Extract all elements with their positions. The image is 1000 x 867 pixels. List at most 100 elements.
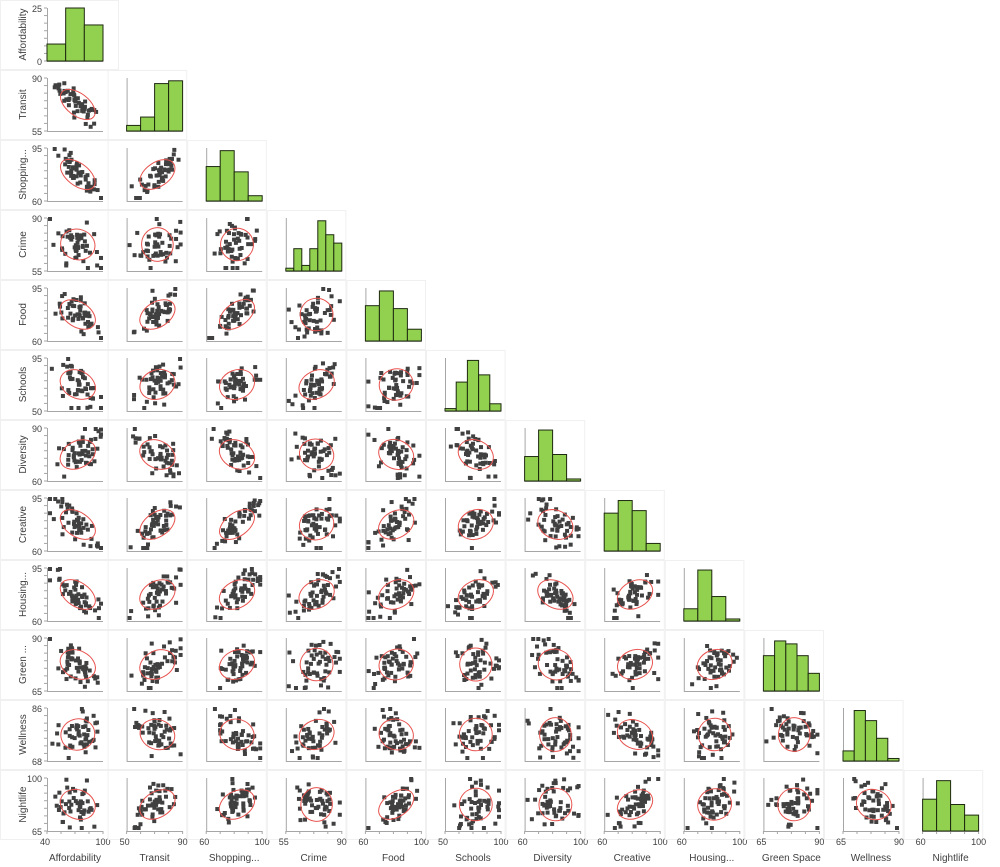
scatter-point: [132, 393, 137, 398]
y-tick-label: 25: [32, 4, 42, 14]
scatter-point: [766, 802, 771, 807]
scatter-cell-nightlife-vs-food: 60 100Food: [346, 770, 429, 864]
histogram-bar: [785, 643, 798, 692]
scatter-point: [150, 288, 155, 293]
scatter-point: [656, 641, 661, 646]
scatter-point: [786, 726, 791, 731]
scatter-point: [77, 659, 82, 664]
scatter-point: [397, 523, 402, 528]
scatter-point: [547, 573, 552, 578]
scatter-point: [300, 735, 305, 740]
scatter-point: [89, 386, 94, 391]
scatter-point: [251, 577, 256, 582]
scatter-point: [238, 443, 243, 448]
scatter-point: [460, 596, 465, 601]
scatter-point: [87, 250, 92, 255]
scatter-point: [627, 654, 632, 659]
scatter-point: [225, 601, 230, 606]
histogram-bar: [364, 305, 380, 342]
scatter-point: [572, 602, 577, 607]
scatter-point: [148, 527, 153, 532]
scatter-point: [155, 315, 160, 320]
y-tick-label: 95: [32, 494, 42, 504]
scatter-point: [244, 653, 249, 658]
scatter-point: [799, 710, 804, 715]
scatter-point: [405, 527, 410, 532]
scatter-point: [239, 732, 244, 737]
scatter-point: [92, 459, 97, 464]
scatter-cell-nightlife-vs-crime: 55 90Crime: [266, 770, 347, 864]
scatter-point: [65, 666, 70, 671]
scatter-point: [565, 528, 570, 533]
y-tick-label: 60: [32, 477, 42, 487]
scatter-point: [49, 366, 54, 371]
scatter-point: [497, 788, 501, 793]
histogram-cell-wellness: [824, 700, 904, 770]
scatter-point: [314, 546, 319, 550]
scatter-point: [310, 755, 315, 760]
scatter-point: [550, 527, 555, 532]
scatter-point: [613, 673, 618, 678]
scatter-point: [394, 392, 399, 397]
scatter-point: [327, 576, 332, 581]
scatter-cell-wellness-vs-housing: [664, 700, 745, 770]
scatter-point: [230, 247, 235, 252]
scatter-point: [631, 737, 636, 742]
scatter-point: [401, 786, 406, 791]
scatter-point: [542, 737, 547, 742]
scatter-point: [291, 659, 296, 664]
scatter-point: [214, 541, 219, 546]
scatter-point: [245, 454, 250, 459]
scatter-point: [82, 427, 87, 431]
scatter-point: [633, 733, 638, 738]
scatter-point: [212, 251, 217, 256]
scatter-point: [318, 318, 323, 323]
scatter-cell-schools-vs-affordability: 9550Schools: [0, 350, 119, 420]
scatter-point: [63, 802, 68, 807]
scatter-point: [68, 311, 73, 316]
scatter-point: [315, 441, 320, 446]
scatter-point: [535, 644, 540, 649]
scatter-point: [390, 656, 395, 661]
scatter-point: [85, 173, 90, 178]
scatter-point: [815, 826, 820, 830]
histogram-bar: [333, 242, 343, 272]
scatter-point: [225, 249, 230, 254]
scatter-point: [634, 665, 639, 670]
scatter-point: [233, 256, 238, 261]
scatter-point: [149, 671, 154, 676]
histogram-bar: [285, 267, 295, 272]
scatter-point: [721, 777, 726, 781]
scatter-point: [777, 718, 782, 723]
scatter-point: [378, 614, 383, 619]
scatter-point: [294, 444, 299, 449]
scatter-point: [379, 537, 384, 542]
y-axis-title: Transit: [18, 89, 29, 119]
scatter-point: [576, 526, 581, 531]
scatter-point: [77, 521, 82, 526]
scatter-point: [293, 734, 298, 739]
scatter-point: [560, 658, 565, 663]
scatter-point: [164, 591, 169, 596]
scatter-point: [791, 723, 796, 728]
scatter-point: [302, 518, 307, 523]
x-axis-title: Diversity: [533, 853, 571, 864]
scatter-point: [317, 731, 322, 736]
scatter-point: [719, 756, 724, 760]
scatter-point: [322, 310, 327, 315]
scatter-point: [409, 587, 414, 592]
scatter-point: [78, 443, 83, 448]
scatter-point: [462, 524, 467, 529]
scatter-point: [220, 729, 225, 734]
scatter-point: [326, 517, 331, 522]
scatter-point: [322, 707, 327, 711]
scatter-point: [227, 527, 232, 532]
scatter-point: [152, 726, 157, 731]
scatter-point: [156, 613, 161, 618]
scatter-point: [230, 781, 235, 786]
cell-frame: [426, 770, 506, 840]
scatter-point: [871, 798, 876, 803]
scatter-point: [404, 731, 409, 736]
scatter-point: [542, 517, 547, 522]
scatter-point: [719, 810, 724, 815]
